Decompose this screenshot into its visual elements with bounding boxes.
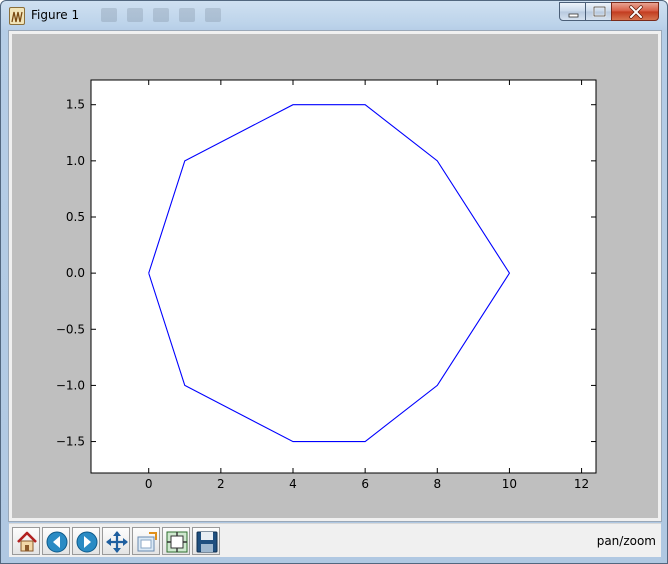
status-message: pan/zoom	[596, 534, 656, 548]
y-tick-label: 0.0	[66, 266, 85, 280]
subplots-button[interactable]	[162, 527, 190, 555]
back-arrow-icon	[46, 531, 68, 553]
x-tick-label: 0	[145, 477, 153, 491]
floppy-disk-icon	[196, 531, 218, 553]
minimize-icon	[568, 13, 579, 18]
maximize-button[interactable]	[585, 2, 612, 21]
figure-canvas[interactable]: 0 2 4 6 8 10 12 −1.5 −1.0 −0.5 0.0 0.5 1.0 1.5	[8, 30, 662, 522]
x-tick-label: 6	[361, 477, 369, 491]
maximize-icon	[592, 5, 607, 18]
x-tick-label: 12	[574, 477, 589, 491]
x-tick-label: 10	[502, 477, 517, 491]
zoom-rect-icon	[137, 532, 157, 552]
close-icon	[629, 5, 643, 19]
home-icon	[17, 531, 37, 552]
save-button[interactable]	[192, 527, 220, 555]
x-tick-label: 8	[433, 477, 441, 491]
y-tick-label: −0.5	[56, 322, 85, 336]
navigation-toolbar: pan/zoom	[9, 523, 661, 557]
figure-window: Figure 1 0 2 4 6 8 10 12 −1.5 −1.0 −0.5 0.0 0.5 1.0 1	[0, 0, 668, 564]
forward-arrow-icon	[76, 531, 98, 553]
pan-button[interactable]	[102, 527, 130, 555]
minimize-button[interactable]	[559, 2, 586, 21]
x-tick-label: 2	[217, 477, 225, 491]
y-tick-label: −1.5	[56, 435, 85, 449]
home-button[interactable]	[12, 527, 40, 555]
y-tick-label: 1.0	[66, 154, 85, 168]
ghost-toolbar-reflection	[101, 7, 261, 25]
close-button[interactable]	[611, 2, 659, 21]
zoom-button[interactable]	[132, 527, 160, 555]
app-icon	[9, 7, 25, 25]
subplots-icon	[166, 531, 188, 553]
x-tick-label: 4	[289, 477, 297, 491]
pan-arrows-icon	[106, 531, 128, 553]
plot-area[interactable]: 0 2 4 6 8 10 12 −1.5 −1.0 −0.5 0.0 0.5 1.0 1.5	[12, 34, 658, 518]
y-tick-label: 1.5	[66, 98, 85, 112]
axes-background	[90, 79, 597, 474]
window-title: Figure 1	[31, 8, 80, 22]
title-bar[interactable]: Figure 1	[1, 1, 667, 31]
y-tick-label: 0.5	[66, 210, 85, 224]
y-tick-label: −1.0	[56, 378, 85, 392]
back-button[interactable]	[42, 527, 70, 555]
forward-button[interactable]	[72, 527, 100, 555]
